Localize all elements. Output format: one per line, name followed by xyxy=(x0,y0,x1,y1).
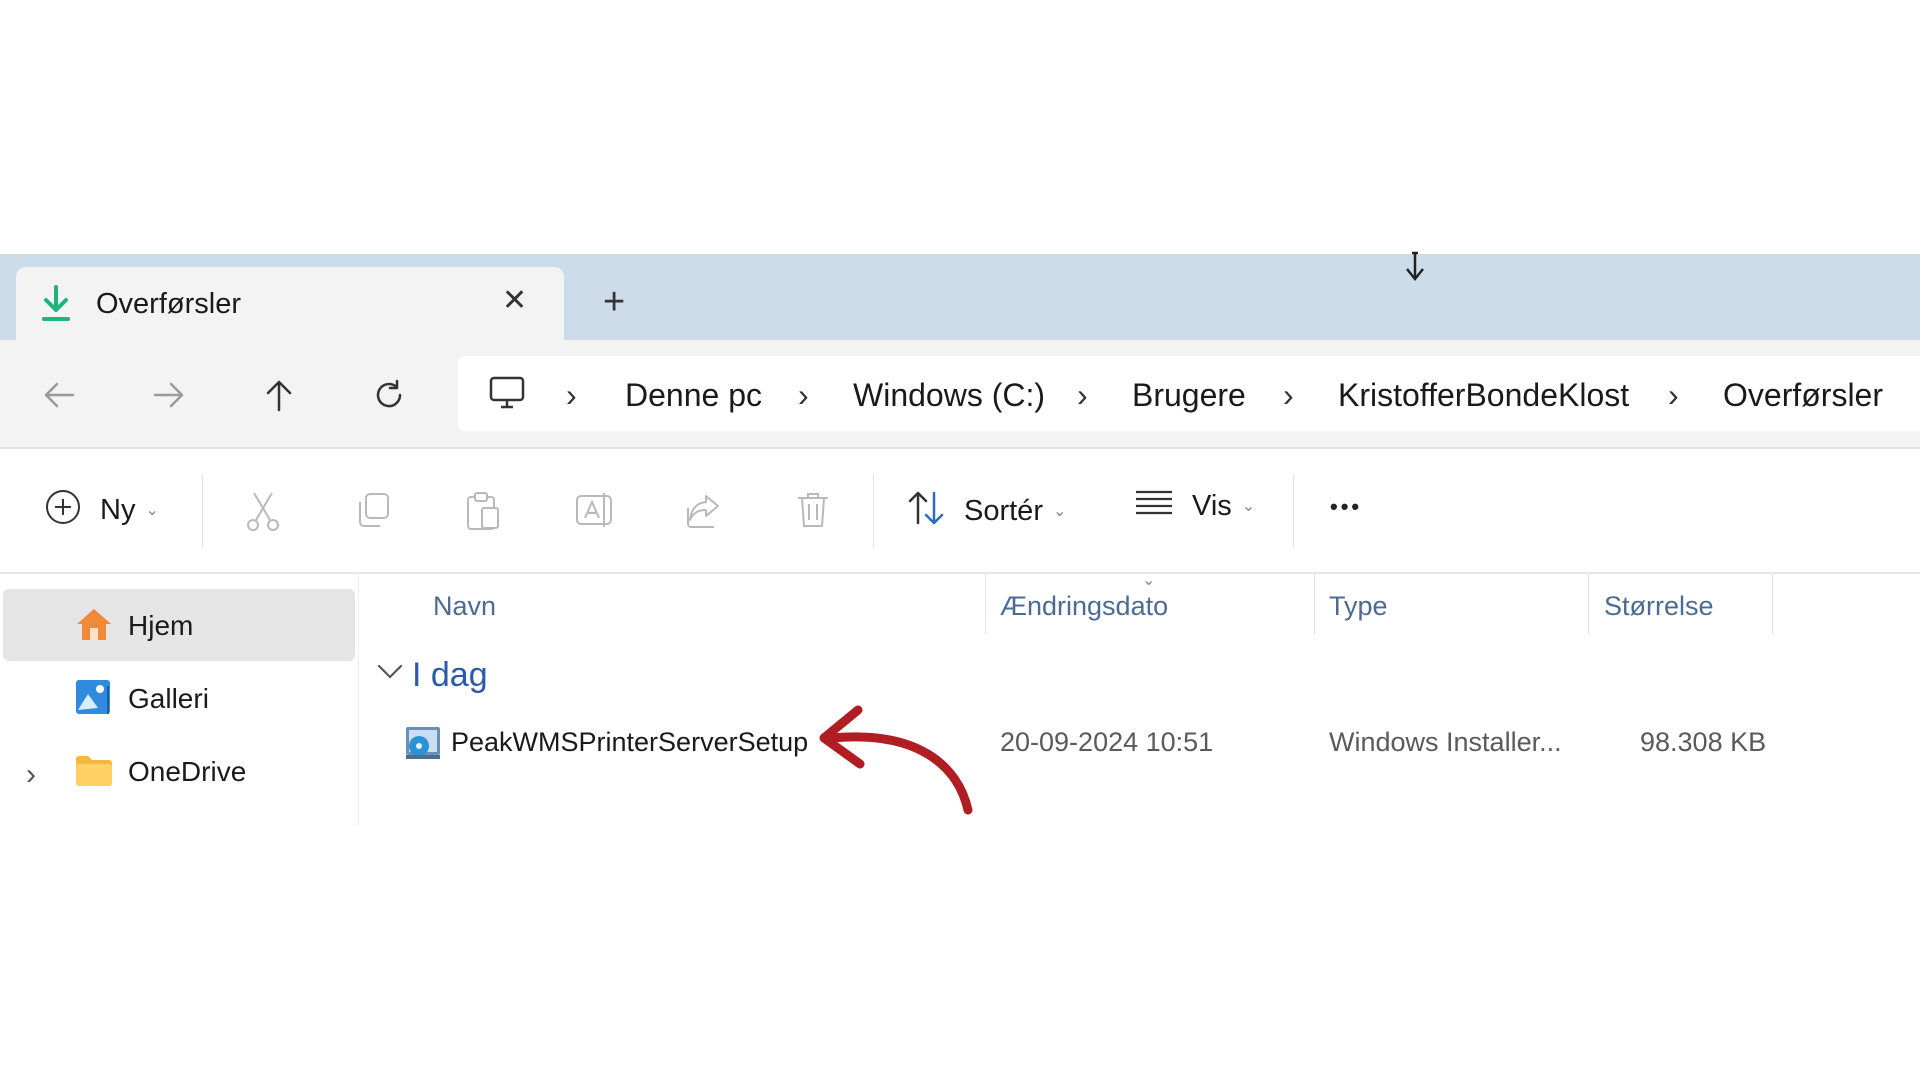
tab-title: Overførsler xyxy=(96,288,241,320)
column-header-modified[interactable]: Ændringsdato xyxy=(1000,590,1168,622)
computer-icon[interactable] xyxy=(488,375,526,416)
mouse-cursor-icon xyxy=(1402,251,1428,292)
new-label: Ny xyxy=(100,493,136,526)
folder-icon xyxy=(74,753,114,792)
sort-arrows-icon xyxy=(906,488,948,533)
msi-installer-icon xyxy=(404,724,442,767)
chevron-down-icon: ⌄ xyxy=(1241,497,1256,515)
view-label: Vis xyxy=(1192,489,1232,522)
divider xyxy=(0,447,1920,449)
sidebar-item-label: Hjem xyxy=(128,610,194,641)
column-header-size[interactable]: Størrelse xyxy=(1604,590,1714,622)
chevron-right-icon[interactable]: › xyxy=(798,377,809,413)
divider xyxy=(202,474,203,548)
breadcrumb-overforsler[interactable]: Overførsler xyxy=(1723,377,1883,413)
file-modified: 20-09-2024 10:51 xyxy=(1000,727,1214,757)
view-list-icon xyxy=(1134,488,1174,523)
sidebar-item-label: Galleri xyxy=(128,683,209,714)
file-type: Windows Installer... xyxy=(1329,727,1562,757)
divider xyxy=(873,474,874,548)
chevron-down-icon: ⌄ xyxy=(145,501,159,519)
chevron-right-icon[interactable]: › xyxy=(1077,377,1088,413)
sort-label: Sortér xyxy=(964,494,1043,527)
sidebar-item-onedrive[interactable]: OneDrive xyxy=(74,752,246,792)
rename-icon[interactable] xyxy=(574,490,614,535)
chevron-right-icon[interactable]: › xyxy=(1668,377,1679,413)
copy-icon[interactable] xyxy=(354,490,392,535)
more-options-icon[interactable]: ••• xyxy=(1330,494,1362,520)
up-arrow-icon[interactable] xyxy=(258,374,300,416)
view-button[interactable]: Vis ⌄ xyxy=(1134,488,1255,523)
divider xyxy=(1772,574,1773,634)
breadcrumb-brugere[interactable]: Brugere xyxy=(1132,377,1246,413)
new-button[interactable]: Ny ⌄ xyxy=(44,488,159,531)
chevron-right-icon[interactable]: › xyxy=(1283,377,1294,413)
chevron-down-icon: ⌄ xyxy=(1052,502,1067,520)
refresh-icon[interactable] xyxy=(368,374,410,416)
chevron-right-icon[interactable]: › xyxy=(566,377,577,413)
sidebar-item-gallery[interactable]: Galleri xyxy=(74,679,209,719)
breadcrumb-denne-pc[interactable]: Denne pc xyxy=(625,377,762,413)
file-name[interactable]: PeakWMSPrinterServerSetup xyxy=(451,726,808,758)
forward-arrow-icon[interactable] xyxy=(148,374,190,416)
sidebar-item-label: OneDrive xyxy=(128,756,247,787)
divider xyxy=(1293,474,1294,548)
collapse-chevron-icon[interactable] xyxy=(376,662,404,687)
divider xyxy=(985,574,986,634)
close-tab-icon[interactable]: ✕ xyxy=(502,286,527,316)
divider xyxy=(358,574,359,826)
download-icon xyxy=(38,284,74,329)
divider xyxy=(1314,574,1315,634)
sidebar-item-home[interactable]: Hjem xyxy=(74,606,193,646)
divider xyxy=(1588,574,1589,634)
column-header-name[interactable]: Navn xyxy=(433,590,496,622)
file-size: 98.308 KB xyxy=(1640,727,1767,757)
sort-button[interactable]: Sortér ⌄ xyxy=(906,488,1066,533)
paste-icon[interactable] xyxy=(464,490,502,537)
sort-indicator-icon: ⌄ xyxy=(1142,572,1156,589)
delete-icon[interactable] xyxy=(794,490,832,535)
new-tab-button[interactable]: + xyxy=(603,283,625,321)
plus-circle-icon xyxy=(44,488,82,531)
cut-icon[interactable] xyxy=(244,490,282,537)
breadcrumb-user[interactable]: KristofferBondeKlost xyxy=(1338,377,1629,413)
back-arrow-icon[interactable] xyxy=(38,374,80,416)
breadcrumb-windows-c[interactable]: Windows (C:) xyxy=(853,377,1045,413)
chevron-right-icon[interactable]: › xyxy=(26,758,36,792)
share-icon[interactable] xyxy=(684,490,724,535)
group-header[interactable]: I dag xyxy=(412,656,488,694)
annotation-arrow-icon xyxy=(812,700,978,821)
divider xyxy=(0,572,1920,574)
gallery-icon xyxy=(74,678,114,721)
column-header-type[interactable]: Type xyxy=(1329,590,1388,622)
home-icon xyxy=(74,606,114,647)
